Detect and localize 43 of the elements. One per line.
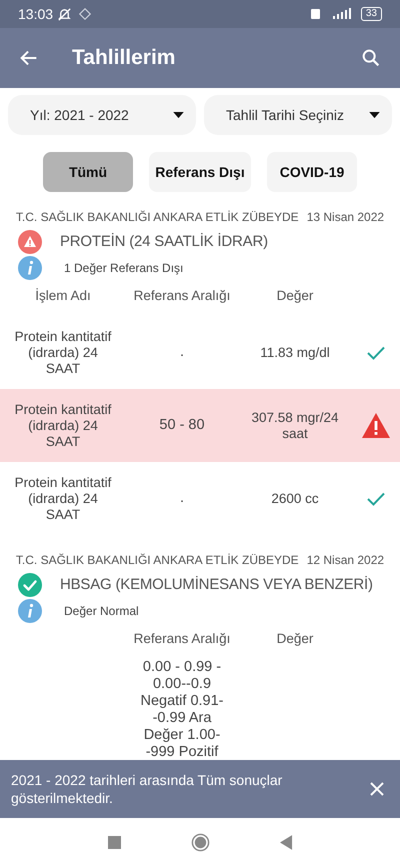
reference-range: . (180, 490, 184, 507)
info-text: Değer Normal (64, 603, 139, 620)
reference-range: 0.00 - 0.99 - 0.00--0.9 Negatif 0.91--0.99 Ara Değer 1.00--999 Pozitif (139, 659, 225, 761)
filter-tab[interactable]: Tümü (43, 152, 133, 192)
reference-range: . (180, 344, 184, 361)
search-icon[interactable] (360, 47, 382, 69)
column-header: Referans Aralığı (134, 286, 230, 305)
page-title: Tahlillerim (72, 45, 176, 72)
test-name: Protein kantitatif (idrarda) 24 SAAT (14, 474, 112, 522)
column-header: Değer (276, 630, 314, 648)
caret-icon (173, 112, 184, 118)
institution-name: T.C. SAĞLIK BAKANLIĞI ANKARA ETLİK ZÜBEYDE (16, 209, 299, 226)
info-icon (18, 256, 42, 280)
status-time: 13:03 (18, 4, 54, 24)
test-title: HBSAG (KEMOLUMİNESANS VEYA BENZERİ) (60, 574, 373, 595)
dropdown[interactable]: Tahlil Tarihi Seçiniz (204, 95, 392, 135)
filter-tab[interactable]: COVID-19 (267, 152, 357, 192)
result-value: 11.83 mg/dl (260, 344, 330, 360)
result-value: 2600 cc (271, 490, 319, 506)
close-icon[interactable] (369, 781, 385, 797)
filter-tab[interactable]: Referans Dışı (149, 152, 251, 192)
info-icon (18, 599, 42, 623)
result-value: 307.58 mgr/24 saat (250, 410, 340, 442)
diamond-icon (78, 7, 92, 21)
back-icon[interactable] (280, 834, 292, 850)
home-icon[interactable] (190, 832, 210, 852)
snackbar-message: 2021 - 2022 tarihleri arasında Tüm sonuçlar gösterilmektedir. (11, 771, 284, 807)
muted-bell-icon (57, 6, 72, 22)
column-header: Referans Aralığı (134, 630, 230, 648)
dropdown[interactable]: Yıl: 2021 - 2022 (8, 95, 196, 135)
test-name: Protein kantitatif (idrarda) 24 SAAT (14, 402, 112, 450)
info-text: 1 Değer Referans Dışı (64, 260, 184, 277)
institution-name: T.C. SAĞLIK BAKANLIĞI ANKARA ETLİK ZÜBEYDE (16, 552, 299, 569)
recents-icon[interactable] (108, 836, 120, 848)
caret-icon (369, 112, 380, 118)
battery-indicator: 33 (360, 7, 382, 21)
reference-range: 50 - 80 (159, 417, 205, 434)
column-header: Değer (276, 286, 314, 305)
test-name: Protein kantitatif (idrarda) 24 SAAT (14, 328, 112, 376)
result-date: 13 Nisan 2022 (306, 209, 384, 226)
test-title: PROTEİN (24 SAATLİK İDRAR) (60, 232, 268, 252)
column-header: İşlem Adı (35, 286, 91, 305)
result-date: 12 Nisan 2022 (306, 552, 384, 569)
